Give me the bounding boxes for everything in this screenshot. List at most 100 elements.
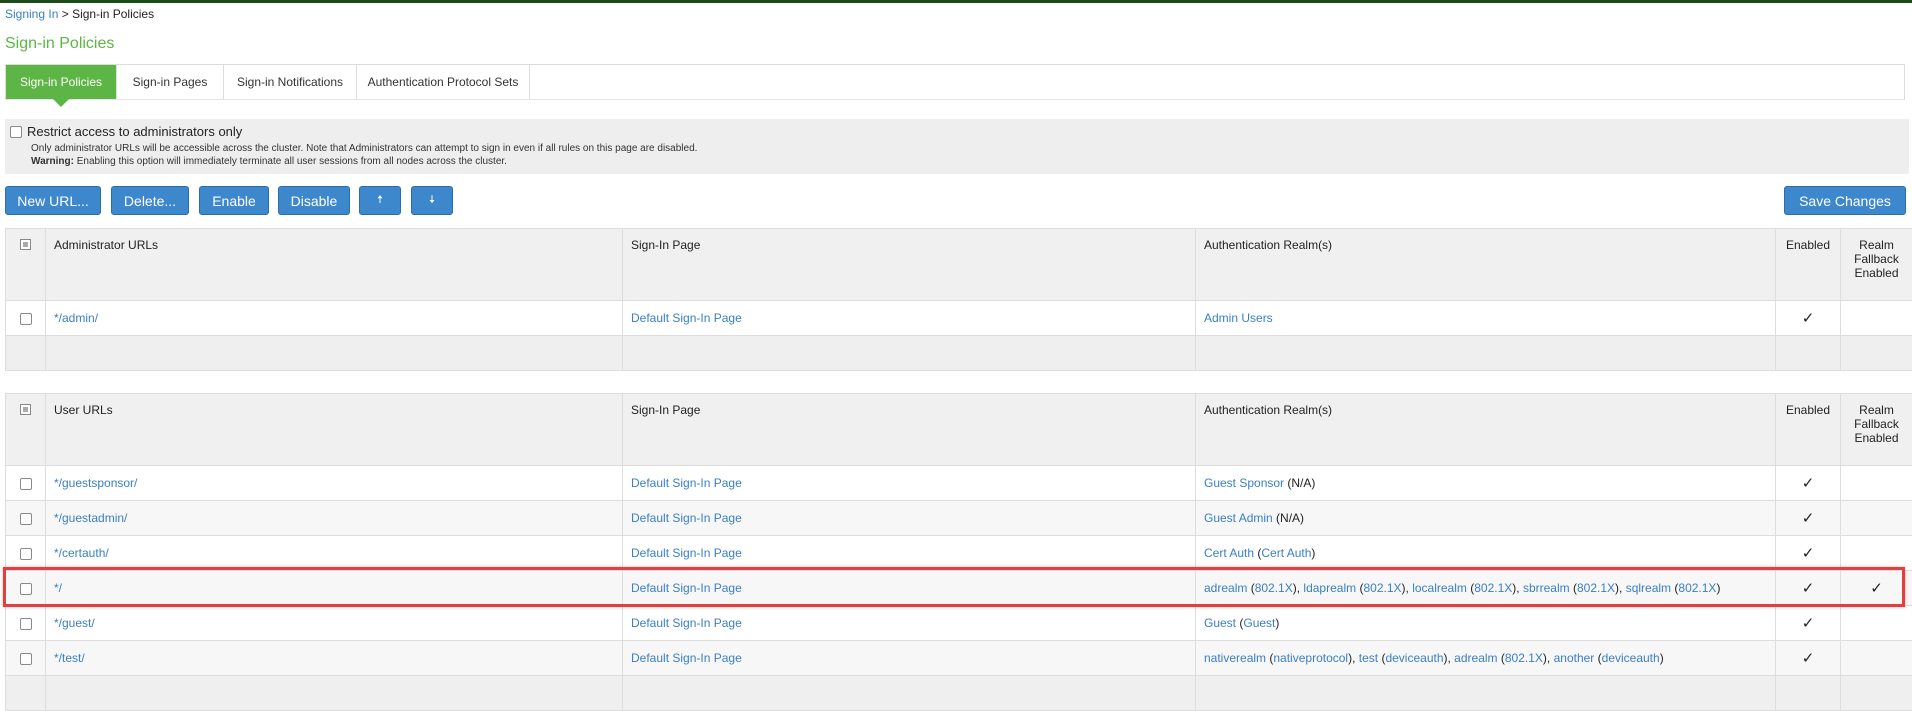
sign-in-page-link[interactable]: Default Sign-In Page (631, 616, 742, 630)
protocol-link[interactable]: nativeprotocol (1273, 651, 1348, 665)
enabled-check-icon: ✓ (1802, 545, 1815, 562)
sign-in-page-link[interactable]: Default Sign-In Page (631, 581, 742, 595)
realm-link[interactable]: another (1554, 651, 1595, 665)
paren: ) (1275, 616, 1279, 630)
realm-link[interactable]: adrealm (1204, 581, 1247, 595)
protocol-link[interactable]: deviceauth (1385, 651, 1443, 665)
protocol-link[interactable]: 802.1X (1505, 651, 1543, 665)
url-link[interactable]: */admin/ (54, 311, 98, 325)
tab-authentication-protocol-sets[interactable]: Authentication Protocol Sets (357, 65, 530, 99)
admin-select-all-cell (6, 229, 46, 301)
table-row: */certauth/ Default Sign-In Page Cert Au… (6, 536, 1912, 571)
select-all-icon[interactable] (20, 239, 31, 250)
realm-link[interactable]: sqlrealm (1626, 581, 1671, 595)
enable-button[interactable]: Enable (199, 186, 269, 215)
realm-link[interactable]: adrealm (1454, 651, 1497, 665)
table-row: */guestadmin/ Default Sign-In Page Guest… (6, 501, 1912, 536)
realm-link[interactable]: Admin Users (1204, 311, 1273, 325)
tab-sign-in-policies[interactable]: Sign-in Policies (6, 65, 117, 99)
realm-link[interactable]: Guest Admin (1204, 511, 1273, 525)
tab-bar: Sign-in Policies Sign-in Pages Sign-in N… (5, 64, 1905, 100)
realm-link[interactable]: nativerealm (1204, 651, 1266, 665)
protocol-link[interactable]: Cert Auth (1261, 546, 1311, 560)
disable-button[interactable]: Disable (278, 186, 350, 215)
realm-link[interactable]: Guest Sponsor (1204, 476, 1284, 490)
table-row: */ Default Sign-In Page adrealm (802.1X)… (6, 571, 1912, 606)
protocol-link[interactable]: deviceauth (1602, 651, 1660, 665)
save-changes-button[interactable]: Save Changes (1784, 186, 1906, 215)
realm-link[interactable]: test (1359, 651, 1378, 665)
url-link[interactable]: */certauth/ (54, 546, 109, 560)
admin-urls-header: Administrator URLs (46, 229, 623, 301)
table-row: */guest/ Default Sign-In Page Guest (Gue… (6, 606, 1912, 641)
restrict-warning: Warning: Enabling this option will immed… (31, 156, 1909, 167)
breadcrumb-separator: > (58, 7, 72, 21)
protocol-link[interactable]: 802.1X (1577, 581, 1615, 595)
realm-link[interactable]: Guest (1204, 616, 1236, 630)
row-checkbox[interactable] (20, 618, 32, 630)
sign-in-page-link[interactable]: Default Sign-In Page (631, 651, 742, 665)
realm-link[interactable]: sbrrealm (1523, 581, 1570, 595)
user-fallback-header: Realm Fallback Enabled (1841, 394, 1912, 466)
warning-text: Enabling this option will immediately te… (74, 156, 507, 167)
row-checkbox[interactable] (20, 513, 32, 525)
realm-link[interactable]: localrealm (1412, 581, 1467, 595)
row-checkbox[interactable] (20, 478, 32, 490)
arrow-up-icon: 🠅 (377, 191, 383, 210)
admin-sign-in-page-header: Sign-In Page (623, 229, 1196, 301)
admin-urls-table: Administrator URLs Sign-In Page Authenti… (5, 228, 1912, 371)
restrict-admins-checkbox[interactable] (10, 126, 22, 138)
enabled-check-icon: ✓ (1802, 615, 1815, 632)
realm-link[interactable]: Cert Auth (1204, 546, 1254, 560)
warning-label: Warning: (31, 156, 74, 167)
admin-enabled-header: Enabled (1776, 229, 1841, 301)
sign-in-page-link[interactable]: Default Sign-In Page (631, 511, 742, 525)
row-checkbox[interactable] (20, 653, 32, 665)
url-link[interactable]: */guestadmin/ (54, 511, 127, 525)
fallback-check-icon: ✓ (1870, 580, 1883, 597)
protocol-link[interactable]: 802.1X (1678, 581, 1716, 595)
new-url-button[interactable]: New URL... (5, 186, 101, 215)
row-checkbox[interactable] (20, 548, 32, 560)
protocol-link[interactable]: 802.1X (1255, 581, 1293, 595)
table-row: */test/ Default Sign-In Page nativerealm… (6, 641, 1912, 676)
tab-sign-in-notifications[interactable]: Sign-in Notifications (224, 65, 357, 99)
admin-realms-header: Authentication Realm(s) (1196, 229, 1776, 301)
enabled-check-icon: ✓ (1802, 580, 1815, 597)
realm-link[interactable]: ldaprealm (1303, 581, 1356, 595)
realm-protocol: (N/A) (1273, 511, 1304, 525)
tab-sign-in-pages[interactable]: Sign-in Pages (117, 65, 224, 99)
row-checkbox[interactable] (20, 583, 32, 595)
breadcrumb-link-signing-in[interactable]: Signing In (5, 7, 58, 21)
sign-in-page-link[interactable]: Default Sign-In Page (631, 311, 742, 325)
user-urls-table: User URLs Sign-In Page Authentication Re… (5, 393, 1912, 711)
user-realms-header: Authentication Realm(s) (1196, 394, 1776, 466)
enabled-check-icon: ✓ (1802, 475, 1815, 492)
restrict-access-panel: Restrict access to administrators only O… (5, 119, 1909, 174)
admin-fallback-header: Realm Fallback Enabled (1841, 229, 1912, 301)
user-sign-in-page-header: Sign-In Page (623, 394, 1196, 466)
row-checkbox[interactable] (20, 313, 32, 325)
breadcrumb: Signing In > Sign-in Policies (5, 7, 154, 21)
sign-in-page-link[interactable]: Default Sign-In Page (631, 546, 742, 560)
user-enabled-header: Enabled (1776, 394, 1841, 466)
breadcrumb-current: Sign-in Policies (72, 7, 154, 21)
url-link[interactable]: */ (54, 581, 62, 595)
protocol-link[interactable]: 802.1X (1474, 581, 1512, 595)
move-up-button[interactable]: 🠅 (359, 186, 401, 215)
protocol-link[interactable]: 802.1X (1363, 581, 1401, 595)
url-link[interactable]: */test/ (54, 651, 85, 665)
paren: ) (1311, 546, 1315, 560)
page-title: Sign-in Policies (5, 35, 114, 53)
sign-in-page-link[interactable]: Default Sign-In Page (631, 476, 742, 490)
arrow-down-icon: 🠇 (429, 191, 435, 210)
protocol-link[interactable]: Guest (1243, 616, 1275, 630)
delete-button[interactable]: Delete... (111, 186, 189, 215)
table-spacer-row (6, 676, 1912, 711)
move-down-button[interactable]: 🠇 (411, 186, 453, 215)
url-link[interactable]: */guest/ (54, 616, 95, 630)
select-all-icon[interactable] (20, 404, 31, 415)
user-select-all-cell (6, 394, 46, 466)
url-link[interactable]: */guestsponsor/ (54, 476, 137, 490)
table-row: */admin/ Default Sign-In Page Admin User… (6, 301, 1912, 336)
